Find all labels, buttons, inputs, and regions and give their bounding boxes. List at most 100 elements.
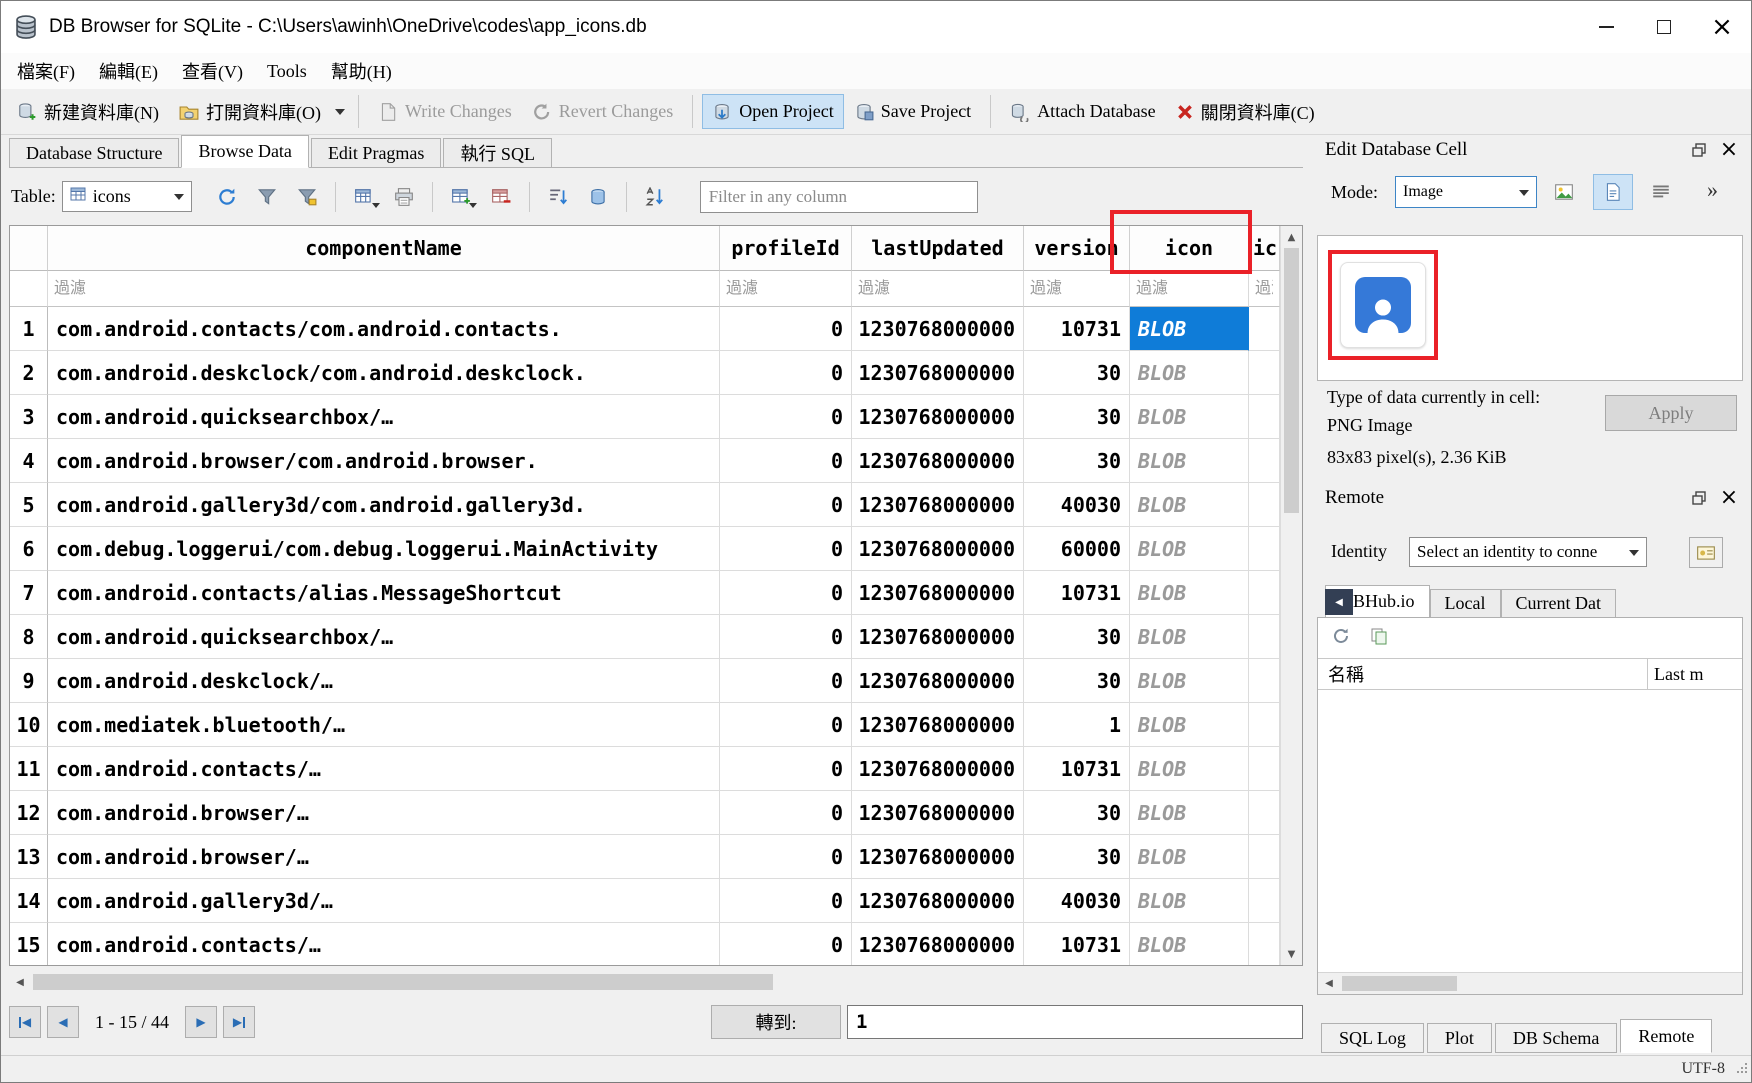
filter-any-column-input[interactable]: [700, 181, 978, 213]
row-number-cell[interactable]: 12: [10, 791, 48, 835]
row-number-cell[interactable]: 2: [10, 351, 48, 395]
remote-horizontal-scrollbar[interactable]: ◀ ▶: [1318, 972, 1742, 994]
tab-edit-pragmas[interactable]: Edit Pragmas: [311, 138, 442, 167]
menu-tools[interactable]: Tools: [255, 56, 319, 87]
corner-header-cell[interactable]: [10, 226, 48, 271]
dock-tab-db-schema[interactable]: DB Schema: [1495, 1023, 1617, 1053]
cell-version[interactable]: 1: [1024, 703, 1130, 747]
cell-icon[interactable]: BLOB: [1130, 483, 1249, 527]
cell-lastupdated[interactable]: 1230768000000: [852, 571, 1024, 615]
attach-database-button[interactable]: Attach Database: [1000, 94, 1165, 129]
row-number-cell[interactable]: 7: [10, 571, 48, 615]
cell-overflow-partial[interactable]: [1249, 527, 1280, 571]
row-number-cell[interactable]: 8: [10, 615, 48, 659]
cell-icon[interactable]: BLOB: [1130, 791, 1249, 835]
last-record-button[interactable]: ▶: [223, 1006, 255, 1038]
cell-overflow-partial[interactable]: [1249, 571, 1280, 615]
maximize-button[interactable]: [1635, 1, 1693, 53]
cell-icon[interactable]: BLOB: [1130, 835, 1249, 879]
cell-componentname[interactable]: com.android.deskclock/…: [48, 659, 720, 703]
cell-profileid[interactable]: 0: [720, 879, 852, 923]
row-number-cell[interactable]: 10: [10, 703, 48, 747]
float-panel-button[interactable]: [1687, 138, 1711, 162]
open-database-button[interactable]: 打開資料庫(O): [169, 92, 331, 132]
remote-tab-local[interactable]: Local: [1430, 589, 1501, 617]
open-project-button[interactable]: Open Project: [702, 94, 843, 129]
cell-profileid[interactable]: 0: [720, 571, 852, 615]
delete-record-button[interactable]: [484, 180, 518, 214]
close-panel-button[interactable]: ×: [1717, 138, 1741, 162]
previous-record-button[interactable]: ◀: [47, 1006, 79, 1038]
cell-profileid[interactable]: 0: [720, 923, 852, 965]
cell-version[interactable]: 30: [1024, 791, 1130, 835]
cell-componentname[interactable]: com.android.quicksearchbox/…: [48, 395, 720, 439]
cell-icon[interactable]: BLOB: [1130, 571, 1249, 615]
cell-lastupdated[interactable]: 1230768000000: [852, 483, 1024, 527]
dock-tab-sql-log[interactable]: SQL Log: [1321, 1023, 1424, 1053]
scroll-down-button[interactable]: ▼: [1281, 943, 1302, 965]
filter-input-lastupdated[interactable]: [852, 271, 1023, 306]
save-project-button[interactable]: Save Project: [844, 94, 981, 129]
load-all-data-button[interactable]: [581, 180, 615, 214]
menu-help[interactable]: 幫助(H): [319, 53, 404, 89]
cell-overflow-partial[interactable]: [1249, 351, 1280, 395]
cell-profileid[interactable]: 0: [720, 527, 852, 571]
mode-selector[interactable]: Image: [1395, 176, 1537, 208]
cell-icon[interactable]: BLOB: [1130, 527, 1249, 571]
cell-lastupdated[interactable]: 1230768000000: [852, 659, 1024, 703]
filter-options-button[interactable]: [290, 180, 324, 214]
remote-column-last-modified[interactable]: Last m: [1648, 659, 1742, 689]
cell-overflow-partial[interactable]: [1249, 439, 1280, 483]
vertical-scrollbar-thumb[interactable]: [1284, 248, 1299, 513]
refresh-button[interactable]: [210, 180, 244, 214]
cell-profileid[interactable]: 0: [720, 791, 852, 835]
new-record-button[interactable]: [444, 180, 478, 214]
cell-version[interactable]: 30: [1024, 835, 1130, 879]
filter-input-icon[interactable]: [1130, 271, 1248, 306]
cell-overflow-partial[interactable]: [1249, 703, 1280, 747]
cell-componentname[interactable]: com.android.contacts/…: [48, 747, 720, 791]
cell-profileid[interactable]: 0: [720, 703, 852, 747]
cell-version[interactable]: 30: [1024, 439, 1130, 483]
next-record-button[interactable]: ▶: [185, 1006, 217, 1038]
scroll-left-button[interactable]: ◀: [1318, 973, 1340, 994]
cell-lastupdated[interactable]: 1230768000000: [852, 835, 1024, 879]
menu-view[interactable]: 查看(V): [170, 53, 255, 89]
cell-profileid[interactable]: 0: [720, 835, 852, 879]
float-panel-button[interactable]: [1687, 486, 1711, 510]
tab-browse-data[interactable]: Browse Data: [181, 135, 308, 168]
sort-az-button[interactable]: [638, 180, 672, 214]
first-record-button[interactable]: ◀: [9, 1006, 41, 1038]
cell-version[interactable]: 30: [1024, 615, 1130, 659]
revert-changes-button[interactable]: Revert Changes: [522, 94, 683, 129]
cell-lastupdated[interactable]: 1230768000000: [852, 527, 1024, 571]
cell-overflow-partial[interactable]: [1249, 659, 1280, 703]
remote-tab-current-database[interactable]: Current Dat: [1501, 589, 1616, 617]
scroll-left-button[interactable]: ◀: [9, 971, 31, 993]
cell-lastupdated[interactable]: 1230768000000: [852, 395, 1024, 439]
cell-componentname[interactable]: com.android.gallery3d/…: [48, 879, 720, 923]
minimize-button[interactable]: [1577, 1, 1635, 53]
cell-componentname[interactable]: com.android.browser/…: [48, 791, 720, 835]
export-table-button[interactable]: [347, 180, 381, 214]
cell-version[interactable]: 10731: [1024, 923, 1130, 965]
new-database-button[interactable]: 新建資料庫(N): [7, 92, 169, 132]
row-number-cell[interactable]: 4: [10, 439, 48, 483]
identity-certificate-button[interactable]: [1689, 537, 1723, 568]
cell-overflow-partial[interactable]: [1249, 307, 1280, 351]
vertical-scrollbar[interactable]: ▲ ▼: [1280, 226, 1302, 965]
close-button[interactable]: ×: [1693, 1, 1751, 53]
cell-overflow-partial[interactable]: [1249, 835, 1280, 879]
goto-record-input[interactable]: [847, 1005, 1303, 1039]
image-view-button[interactable]: [1548, 176, 1580, 208]
cell-componentname[interactable]: com.android.gallery3d/com.android.galler…: [48, 483, 720, 527]
column-header-componentname[interactable]: componentName: [48, 226, 720, 271]
cell-componentname[interactable]: com.android.contacts/alias.MessageShortc…: [48, 571, 720, 615]
cell-profileid[interactable]: 0: [720, 307, 852, 351]
cell-lastupdated[interactable]: 1230768000000: [852, 923, 1024, 965]
close-panel-button[interactable]: ×: [1717, 486, 1741, 510]
column-header-partial[interactable]: ic: [1249, 226, 1280, 271]
cell-componentname[interactable]: com.android.browser/…: [48, 835, 720, 879]
cell-profileid[interactable]: 0: [720, 395, 852, 439]
row-number-cell[interactable]: 13: [10, 835, 48, 879]
